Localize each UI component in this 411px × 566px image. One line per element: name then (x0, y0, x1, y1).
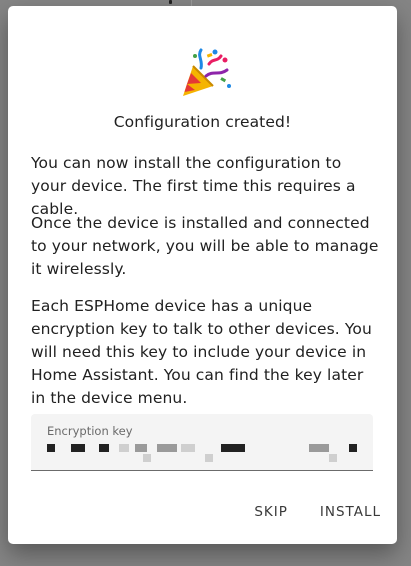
wireless-management-text: Once the device is installed and connect… (31, 214, 379, 278)
install-button[interactable]: INSTALL (316, 498, 385, 526)
obscured-key-segment (181, 444, 195, 452)
skip-button[interactable]: SKIP (250, 498, 292, 526)
install-instructions-text: You can now install the configuration to… (31, 154, 356, 218)
obscured-key-segment (71, 444, 85, 452)
encryption-key-label: Encryption key (47, 424, 133, 438)
obscured-key-segment (349, 444, 357, 452)
obscured-key-segment (309, 444, 329, 452)
dialog-title: Configuration created! (113, 113, 292, 131)
obscured-key-segment (157, 444, 177, 452)
party-popper-icon (179, 46, 235, 102)
encryption-key-value-obscured[interactable] (47, 442, 367, 464)
obscured-key-segment (119, 444, 129, 452)
backdrop-menu-dot (169, 0, 172, 4)
encryption-key-field[interactable]: Encryption key (31, 414, 373, 471)
encryption-key-explanation-text: Each ESPHome device has a unique encrypt… (31, 297, 372, 407)
obscured-key-segment (135, 444, 147, 452)
obscured-key-segment (205, 454, 213, 462)
obscured-key-segment (221, 444, 245, 452)
obscured-key-segment (99, 444, 109, 452)
obscured-key-segment (47, 444, 55, 452)
config-created-dialog: Configuration created! You can now insta… (8, 6, 397, 544)
obscured-key-segment (329, 454, 337, 462)
obscured-key-segment (143, 454, 151, 462)
dialog-actions: SKIP INSTALL (250, 498, 385, 526)
